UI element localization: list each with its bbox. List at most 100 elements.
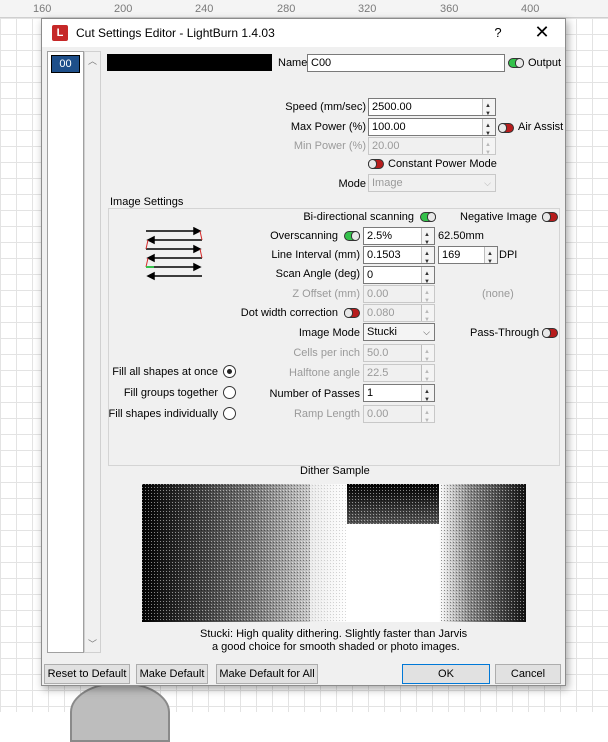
line-interval-spinner-icon[interactable]	[421, 247, 434, 263]
scan-direction-icon	[145, 227, 203, 281]
passes-input[interactable]: 1	[363, 384, 435, 402]
air-assist-toggle[interactable]	[498, 123, 514, 133]
constant-power-toggle[interactable]	[368, 159, 384, 169]
scroll-down-icon[interactable]: ﹀	[88, 637, 97, 650]
scan-angle-label: Scan Angle (deg)	[275, 268, 360, 280]
make-default-button[interactable]: Make Default	[136, 664, 208, 684]
dot-width-value: 0.080	[367, 307, 395, 319]
overscanning-toggle[interactable]	[344, 231, 360, 241]
layer-item-00[interactable]: 00	[51, 55, 80, 73]
ruler-tick: 280	[277, 3, 296, 15]
max-power-input[interactable]: 100.00	[368, 118, 496, 136]
ruler-tick: 400	[521, 3, 540, 15]
z-offset-spinner-icon[interactable]	[421, 286, 434, 302]
scan-angle-value: 0	[367, 269, 374, 281]
name-field[interactable]: C00	[307, 54, 505, 72]
output-label: Output	[528, 57, 562, 69]
cells-per-inch-label: Cells per inch	[293, 347, 360, 359]
halftone-angle-label: Halftone angle	[289, 367, 360, 379]
overscanning-input[interactable]: 2.5%	[363, 227, 435, 245]
cancel-button[interactable]: Cancel	[495, 664, 561, 684]
max-power-label: Max Power (%)	[290, 121, 366, 133]
ramp-length-label: Ramp Length	[293, 408, 360, 420]
air-assist-label: Air Assist	[518, 121, 564, 133]
fill-groups-radio[interactable]	[223, 386, 236, 399]
speed-spinner-icon[interactable]	[482, 99, 495, 115]
max-power-spinner-icon[interactable]	[482, 119, 495, 135]
title-bar[interactable]: L Cut Settings Editor - LightBurn 1.4.03…	[42, 19, 565, 47]
constant-power-label: Constant Power Mode	[388, 158, 497, 170]
ramp-spinner-icon[interactable]	[421, 406, 434, 422]
dpi-input[interactable]: 169	[438, 246, 498, 264]
line-interval-input[interactable]: 0.1503	[363, 246, 435, 264]
make-default-for-all-button[interactable]: Make Default for All	[216, 664, 318, 684]
cells-spinner-icon[interactable]	[421, 345, 434, 361]
ruler-tick: 160	[33, 3, 52, 15]
scan-angle-input[interactable]: 0	[363, 266, 435, 284]
scan-angle-spinner-icon[interactable]	[421, 267, 434, 283]
cells-per-inch-value: 50.0	[367, 347, 389, 359]
image-mode-label: Image Mode	[298, 327, 360, 339]
overscanning-spinner-icon[interactable]	[421, 228, 434, 244]
output-toggle[interactable]	[508, 58, 524, 68]
mode-select[interactable]: Image ⌵	[368, 174, 496, 192]
dpi-spinner-icon[interactable]	[484, 247, 497, 263]
halftone-angle-input[interactable]: 22.5	[363, 364, 435, 382]
z-offset-note: (none)	[482, 288, 514, 300]
max-power-value: 100.00	[372, 121, 406, 133]
dot-width-spinner-icon[interactable]	[421, 305, 434, 321]
ramp-length-value: 0.00	[367, 408, 389, 420]
min-power-spinner-icon[interactable]	[482, 138, 495, 154]
halftone-spinner-icon[interactable]	[421, 365, 434, 381]
ramp-length-input[interactable]: 0.00	[363, 405, 435, 423]
dot-width-input[interactable]: 0.080	[363, 304, 435, 322]
dither-description-line2: a good choice for smooth shaded or photo…	[212, 641, 460, 653]
passes-spinner-icon[interactable]	[421, 385, 434, 401]
horizontal-ruler: 160 200 240 280 320 360 400	[0, 0, 608, 18]
speed-value: 2500.00	[372, 101, 412, 113]
cells-per-inch-input[interactable]: 50.0	[363, 344, 435, 362]
min-power-input[interactable]: 20.00	[368, 137, 496, 155]
layer-list-scrollbar[interactable]: ︿ ﹀	[84, 51, 101, 653]
fill-individually-label: Fill shapes individually	[108, 408, 218, 420]
line-interval-label: Line Interval (mm)	[271, 249, 360, 261]
canvas-shape[interactable]	[70, 682, 170, 742]
line-interval-value: 0.1503	[367, 249, 401, 261]
negative-image-toggle[interactable]	[542, 212, 558, 222]
close-button[interactable]: ✕	[532, 22, 552, 43]
image-settings-title: Image Settings	[108, 196, 186, 208]
scroll-up-icon[interactable]: ︿	[88, 54, 97, 67]
dither-sample-title: Dither Sample	[300, 465, 370, 477]
help-button[interactable]: ?	[490, 25, 506, 40]
name-label: Name	[278, 57, 308, 69]
mode-label: Mode	[338, 178, 366, 190]
chevron-down-icon: ⌵	[423, 327, 430, 337]
fill-all-label: Fill all shapes at once	[112, 366, 218, 378]
dot-width-toggle[interactable]	[344, 308, 360, 318]
z-offset-label: Z Offset (mm)	[292, 288, 360, 300]
overscanning-value: 2.5%	[367, 230, 393, 242]
cut-settings-dialog: L Cut Settings Editor - LightBurn 1.4.03…	[41, 18, 566, 686]
z-offset-value: 0.00	[367, 288, 389, 300]
fill-all-radio[interactable]	[223, 365, 236, 378]
ruler-tick: 320	[358, 3, 377, 15]
passes-label: Number of Passes	[269, 388, 360, 400]
image-mode-select[interactable]: Stucki ⌵	[363, 323, 435, 341]
speed-label: Speed (mm/sec)	[285, 101, 366, 113]
ok-button[interactable]: OK	[402, 664, 490, 684]
negative-image-label: Negative Image	[460, 211, 538, 223]
lightburn-app-icon: L	[52, 25, 68, 41]
z-offset-input[interactable]: 0.00	[363, 285, 435, 303]
pass-through-toggle[interactable]	[542, 328, 558, 338]
bidirectional-toggle[interactable]	[420, 212, 436, 222]
reset-to-default-button[interactable]: Reset to Default	[44, 664, 130, 684]
dpi-value: 169	[442, 249, 461, 261]
speed-input[interactable]: 2500.00	[368, 98, 496, 116]
dot-width-label: Dot width correction	[240, 307, 338, 319]
window-title: Cut Settings Editor - LightBurn 1.4.03	[76, 26, 275, 40]
layer-list[interactable]: 00	[47, 51, 84, 653]
fill-individually-radio[interactable]	[223, 407, 236, 420]
layer-color-swatch[interactable]	[107, 54, 272, 71]
mode-value: Image	[372, 177, 403, 189]
min-power-label: Min Power (%)	[293, 140, 366, 152]
